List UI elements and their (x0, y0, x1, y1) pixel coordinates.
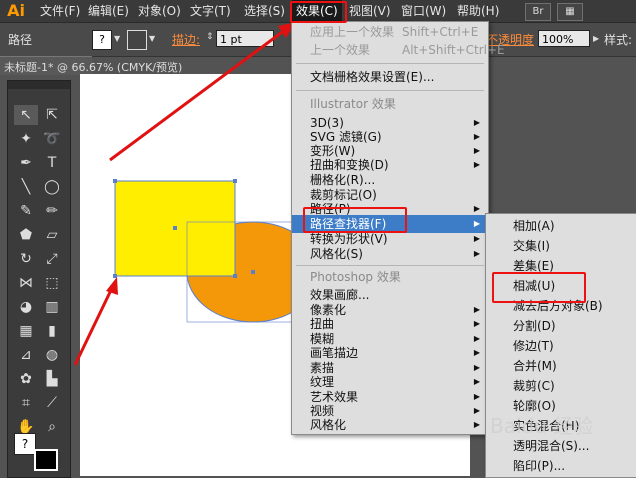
anchor-point (113, 274, 117, 278)
submenu-item-trim[interactable]: 修边(T) (486, 337, 636, 355)
menu-item-raster-settings[interactable]: 文档栅格效果设置(E)... (292, 68, 488, 86)
submenu-item-add[interactable]: 相加(A) (486, 217, 636, 235)
center-point (173, 226, 177, 230)
anchor-point (113, 179, 117, 183)
annotation-arrow (73, 287, 114, 366)
section-header-illustrator: Illustrator 效果 (310, 97, 396, 111)
annotation-arrowhead (106, 277, 118, 295)
menu-item-last-effect: 上一个效果 Alt+Shift+Ctrl+E (310, 43, 505, 57)
submenu-item-trap[interactable]: 陷印(P)... (486, 457, 636, 475)
watermark: Baidu 经验 (490, 414, 594, 438)
highlight-pathfinder (303, 207, 407, 233)
anchor-point (233, 274, 237, 278)
highlight-subtract (492, 272, 586, 303)
menu-item-ps-stylize[interactable]: 风格化 ▶ (292, 416, 488, 434)
annotation-arrow (109, 28, 286, 162)
menu-item-stylize[interactable]: 风格化(S) ▶ (292, 245, 488, 263)
submenu-item-soft-mix[interactable]: 透明混合(S)... (486, 437, 636, 455)
submenu-item-crop[interactable]: 裁剪(C) (486, 377, 636, 395)
center-point (251, 270, 255, 274)
menu-item-apply-last-effect: 应用上一个效果 Shift+Ctrl+E (310, 25, 479, 39)
submenu-item-divide[interactable]: 分割(D) (486, 317, 636, 335)
anchor-point (233, 179, 237, 183)
submenu-item-merge[interactable]: 合并(M) (486, 357, 636, 375)
submenu-item-intersect[interactable]: 交集(I) (486, 237, 636, 255)
highlight-effect-menu (290, 1, 347, 23)
section-header-photoshop: Photoshop 效果 (310, 270, 401, 284)
